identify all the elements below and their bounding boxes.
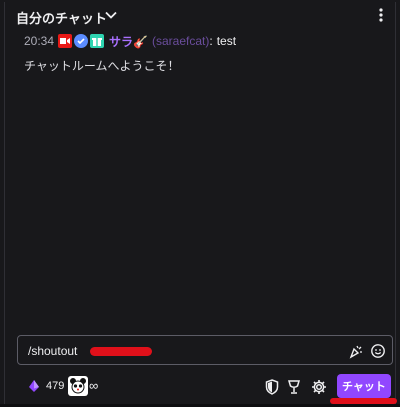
send-chat-button[interactable]: チャット xyxy=(337,374,391,398)
message-login[interactable]: (saraefcat) xyxy=(152,34,209,48)
chevron-down-icon[interactable] xyxy=(103,7,119,23)
bits-count: 479 xyxy=(46,380,65,392)
redaction-mark xyxy=(90,347,152,356)
channel-points-icon[interactable] xyxy=(68,376,88,396)
chat-title: 自分のチャット xyxy=(16,11,107,26)
shield-icon[interactable] xyxy=(265,379,279,395)
live-icon[interactable] xyxy=(58,34,73,48)
emote-picker-icon[interactable] xyxy=(370,343,386,359)
welcome-message: チャットルームへようこそ！ xyxy=(24,59,180,73)
message-text: test xyxy=(216,34,237,48)
points-balance: ∞ xyxy=(89,378,99,393)
message-timestamp: 20:34 xyxy=(24,34,55,48)
chat-message: 20:34 サラ🎸 (saraefcat) : test xyxy=(24,32,385,50)
more-options-icon[interactable] xyxy=(373,6,389,24)
gift-icon[interactable] xyxy=(90,34,105,48)
chat-input-value[interactable]: /shoutout xyxy=(28,344,77,358)
verified-icon[interactable] xyxy=(74,34,89,48)
gear-icon[interactable] xyxy=(311,379,327,395)
celebration-icon[interactable] xyxy=(348,343,364,359)
chat-header: 自分のチャット xyxy=(5,2,395,28)
bits-icon[interactable] xyxy=(27,379,41,393)
chat-input[interactable]: /shoutout xyxy=(17,335,393,365)
chat-panel: 自分のチャット 20:34 サラ🎸 (saraefcat) : test チャッ… xyxy=(4,2,396,405)
message-separator: : xyxy=(209,34,213,48)
trophy-icon[interactable] xyxy=(287,379,301,395)
message-username[interactable]: サラ🎸 xyxy=(109,33,148,50)
